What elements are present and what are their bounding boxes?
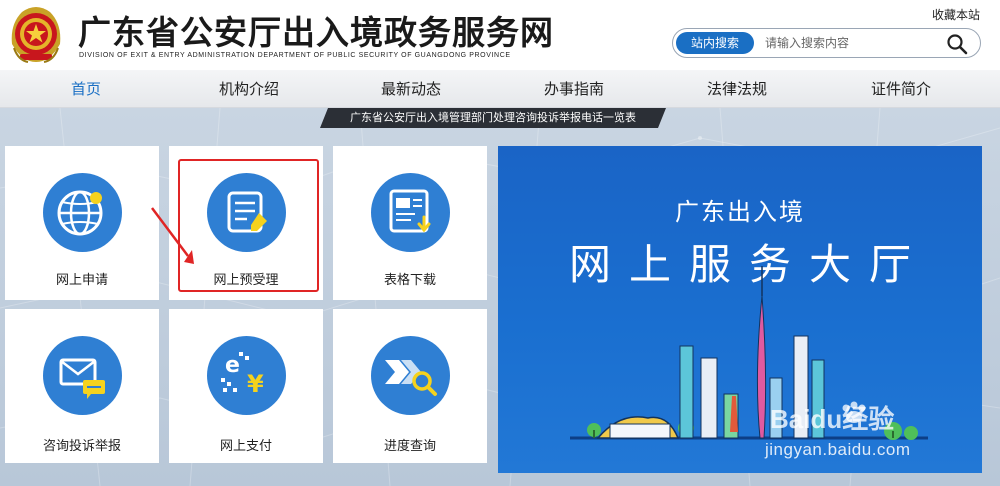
tile-icon-circle [207, 173, 286, 252]
main-area: 广东省公安厅出入境管理部门处理咨询投诉举报电话一览表 网上申请 网上预受理 表格… [0, 108, 1000, 486]
tile-icon-circle [371, 173, 450, 252]
nav-item-certificates[interactable]: 证件简介 [851, 70, 951, 108]
bookmark-link[interactable]: 收藏本站 [932, 6, 980, 23]
tile-online-payment[interactable]: e ¥ 网上支付 [169, 309, 323, 463]
police-emblem-icon [11, 7, 61, 63]
main-nav: 首页 机构介绍 最新动态 办事指南 法律法规 证件简介 [0, 70, 1000, 108]
tile-label: 进度查询 [383, 439, 436, 454]
tile-icon-circle [371, 336, 450, 415]
nav-item-news[interactable]: 最新动态 [361, 70, 461, 108]
watermark-url: jingyan.baidu.com [765, 440, 911, 459]
tile-icon-circle [43, 173, 122, 252]
form-download-icon [389, 189, 431, 233]
search-scope-button[interactable]: 站内搜索 [676, 32, 754, 54]
search-icon[interactable] [946, 33, 968, 55]
tile-icon-circle: e ¥ [207, 336, 286, 415]
search-box: 站内搜索 [672, 28, 981, 58]
nav-item-home[interactable]: 首页 [36, 70, 136, 108]
notice-text: 广东省公安厅出入境管理部门处理咨询投诉举报电话一览表 [350, 111, 636, 124]
site-subtitle: DIVISION OF EXIT & ENTRY ADMINISTRATION … [79, 52, 511, 59]
tile-label: 表格下载 [383, 273, 436, 288]
nav-item-laws[interactable]: 法律法规 [687, 70, 787, 108]
svg-text:¥: ¥ [247, 370, 264, 398]
tile-label: 网上申请 [55, 273, 108, 288]
site-title: 广东省公安厅出入境政务服务网 [78, 13, 554, 52]
message-icon [59, 358, 105, 399]
progress-search-icon [385, 360, 437, 396]
tile-label: 咨询投诉举报 [42, 439, 121, 454]
tile-icon-circle [43, 336, 122, 415]
tile-label: 网上支付 [219, 439, 272, 454]
nav-item-guide[interactable]: 办事指南 [524, 70, 624, 108]
tile-online-application[interactable]: 网上申请 [5, 146, 159, 300]
globe-icon [57, 190, 103, 236]
online-service-hall-banner[interactable]: 广东出入境 网上服务大厅 [498, 146, 982, 473]
document-edit-icon [227, 191, 267, 233]
svg-text:e: e [225, 353, 240, 378]
search-input[interactable] [765, 32, 935, 54]
nav-item-about[interactable]: 机构介绍 [199, 70, 299, 108]
tile-label: 网上预受理 [213, 273, 279, 288]
tile-consult-complaint[interactable]: 咨询投诉举报 [5, 309, 159, 463]
tile-online-pre-acceptance[interactable]: 网上预受理 [169, 146, 323, 300]
notice-bar[interactable]: 广东省公安厅出入境管理部门处理咨询投诉举报电话一览表 [320, 108, 666, 128]
site-header: 广东省公安厅出入境政务服务网 DIVISION OF EXIT & ENTRY … [0, 0, 1000, 70]
city-skyline-illustration [570, 266, 928, 440]
payment-icon: e ¥ [221, 352, 264, 398]
tile-progress-query[interactable]: 进度查询 [333, 309, 487, 463]
tile-form-download[interactable]: 表格下载 [333, 146, 487, 300]
